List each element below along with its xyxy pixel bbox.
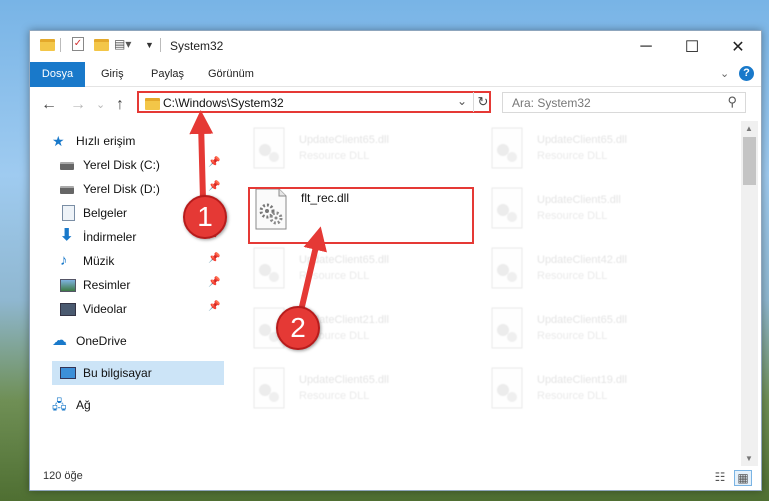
arrow-1 [189, 110, 214, 203]
arrow-2 [297, 226, 327, 318]
step-2-callout: 2 [276, 306, 320, 350]
annotation-arrows [189, 110, 327, 318]
step-1-callout: 1 [183, 195, 227, 239]
